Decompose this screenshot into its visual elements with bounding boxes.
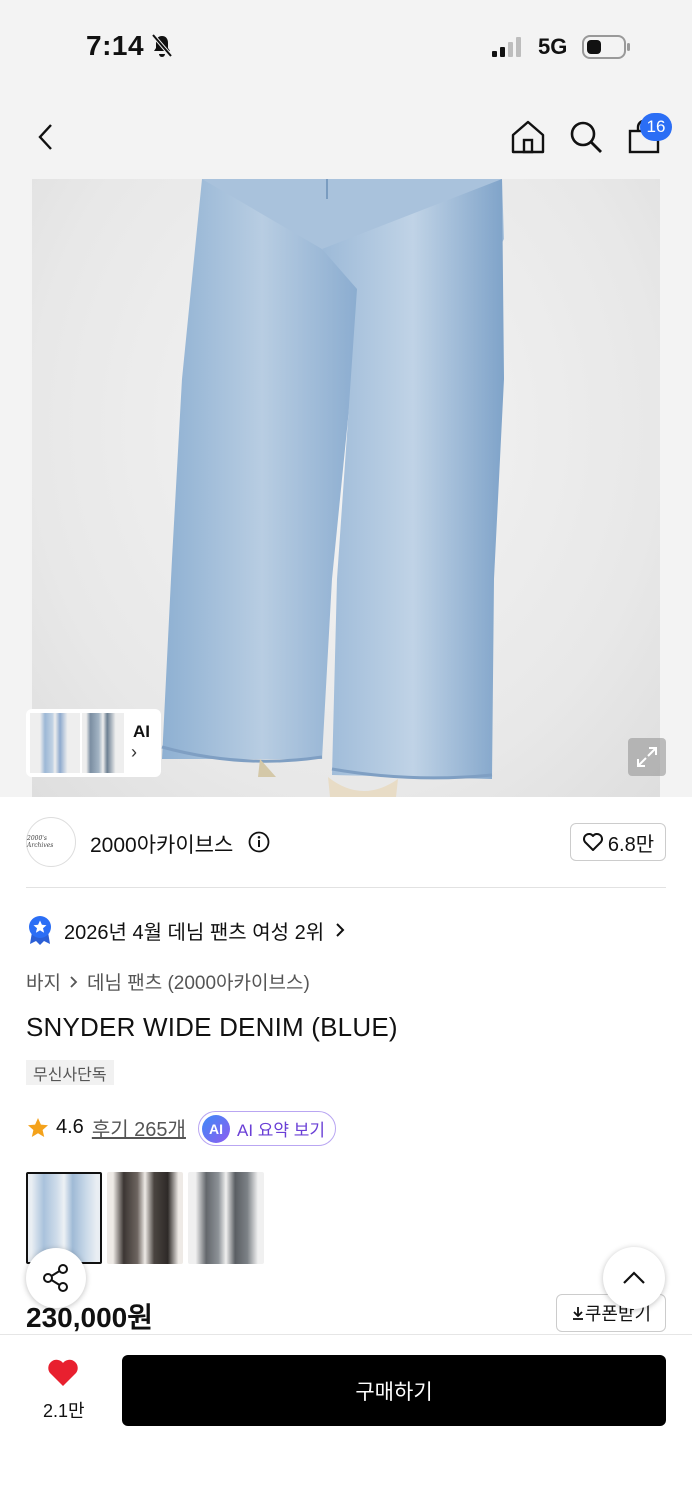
breadcrumb: 바지 데님 팬츠 (2000아카이브스) [26,968,310,995]
divider [26,887,666,888]
search-button[interactable] [564,115,608,159]
expand-icon [637,747,657,767]
color-option-black[interactable] [107,1172,183,1264]
buy-button[interactable]: 구매하기 [122,1355,666,1426]
review-count-link[interactable]: 후기 265개 [92,1113,186,1142]
star-icon [28,1117,48,1137]
product-title: SNYDER WIDE DENIM (BLUE) [26,1012,398,1042]
breadcrumb-subcategory[interactable]: 데님 팬츠 (2000아카이브스) [87,968,310,995]
chevron-right-icon [336,923,345,937]
chevron-left-icon [38,124,52,150]
scroll-top-button[interactable] [603,1247,665,1309]
ranking-text: 2026년 4월 데님 팬츠 여성 2위 [64,921,325,944]
rating-row: 4.6 후기 265개 [26,1113,186,1142]
brand-like-count: 6.8만 [607,833,655,856]
info-icon[interactable] [248,831,270,853]
heart-outline-icon [582,833,603,851]
cart-count-badge: 16 [640,113,672,141]
search-icon [570,121,602,153]
color-option-grey[interactable] [188,1172,264,1264]
ai-badge-icon: AI [202,1114,230,1143]
bell-muted-icon [151,33,173,58]
home-button[interactable] [506,115,550,159]
chevron-right-icon: › [131,742,137,762]
ai-summary-button[interactable]: AI AI 요약 보기 [198,1111,337,1146]
status-bar: 7:14 5G [0,0,692,95]
ai-summary-label: AI 요약 보기 [237,1121,326,1140]
brand-like-button[interactable]: 6.8만 [570,823,666,861]
rating-value: 4.6 [56,1116,84,1138]
brand-name[interactable]: 2000아카이브스 [90,829,233,859]
status-time: 7:14 [86,30,145,61]
ranking-link[interactable]: 2026년 4월 데님 팬츠 여성 2위 [26,914,346,946]
signal-icon [492,37,521,57]
network-type: 5G [538,34,568,59]
wishlist-heart-icon[interactable] [46,1358,80,1388]
back-button[interactable] [24,115,68,159]
wishlist-count: 2.1만 [43,1401,85,1421]
share-icon [43,1264,68,1292]
chevron-right-icon [70,975,78,988]
ai-preview-label: AI [133,722,150,741]
product-image-area[interactable] [0,179,692,797]
product-image[interactable] [32,179,660,797]
preview-thumb-2 [82,713,124,773]
download-icon [572,1307,583,1320]
preview-thumb-1 [30,713,80,773]
share-button[interactable] [26,1248,86,1308]
battery-icon [582,35,630,59]
top-nav [0,95,692,179]
brand-logo[interactable]: 2000's Archives [26,817,76,867]
home-icon [511,120,545,154]
jeans-illustration [161,179,504,797]
breadcrumb-category[interactable]: 바지 [26,968,61,995]
expand-image-button[interactable] [628,738,666,776]
ranking-medal-icon [29,916,51,945]
chevron-up-icon [623,1271,645,1284]
ai-outfit-preview[interactable] [26,709,161,777]
exclusive-tag: 무신사단독 [26,1060,114,1085]
